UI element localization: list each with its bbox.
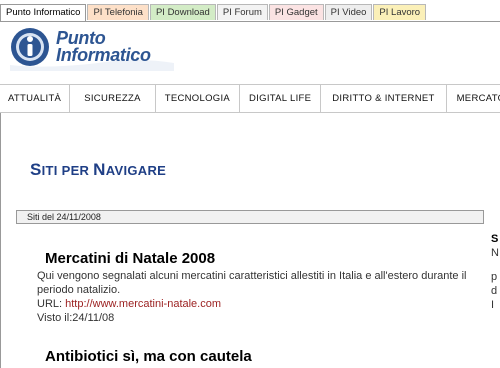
tab-pi-lavoro[interactable]: PI Lavoro	[373, 4, 427, 20]
section-title: SITI PER NAVIGARE	[30, 160, 167, 179]
article-visit-date: Visto il:24/11/08	[37, 312, 115, 324]
nav-mercato[interactable]: MERCATO	[447, 85, 500, 112]
nav-diritto-internet[interactable]: DIRITTO & INTERNET	[321, 85, 447, 112]
article-url-row: URL: http://www.mercatini-natale.com	[37, 298, 222, 310]
article-title[interactable]: Mercatini di Natale 2008	[37, 250, 477, 268]
tab-pi-telefonia[interactable]: PI Telefonia	[87, 4, 149, 20]
tab-punto-informatico[interactable]: Punto Informatico	[0, 4, 87, 21]
right-column-cut: S N p d I	[491, 233, 499, 311]
nav-sicurezza[interactable]: SICUREZZA	[70, 85, 156, 112]
article-title[interactable]: Antibiotici sì, ma con cautela	[37, 348, 252, 366]
tab-pi-forum[interactable]: PI Forum	[216, 4, 268, 20]
punto-informatico-logo[interactable]: Punto Informatico	[8, 25, 176, 73]
article-url-link[interactable]: http://www.mercatini-natale.com	[65, 298, 221, 310]
content-border	[0, 113, 1, 368]
tab-divider	[0, 21, 500, 22]
nav-digital-life[interactable]: DIGITAL LIFE	[240, 85, 322, 112]
tab-pi-video[interactable]: PI Video	[324, 4, 373, 20]
main-nav: ATTUALITÀ SICUREZZA TECNOLOGIA DIGITAL L…	[0, 84, 500, 113]
article-description: Qui vengono segnalati alcuni mercatini c…	[37, 270, 467, 296]
article: Mercatini di Natale 2008 Qui vengono seg…	[37, 250, 477, 325]
site-tabs: Punto Informatico PI Telefonia PI Downlo…	[0, 4, 427, 21]
nav-attualita[interactable]: ATTUALITÀ	[0, 85, 71, 112]
article: Antibiotici sì, ma con cautela	[37, 348, 252, 366]
logo-wordmark: Punto Informatico	[56, 28, 151, 65]
tab-pi-download[interactable]: PI Download	[149, 4, 216, 20]
tab-pi-gadget[interactable]: PI Gadget	[268, 4, 324, 20]
nav-tecnologia[interactable]: TECNOLOGIA	[156, 85, 241, 112]
date-bar: Siti del 24/11/2008	[16, 210, 484, 224]
